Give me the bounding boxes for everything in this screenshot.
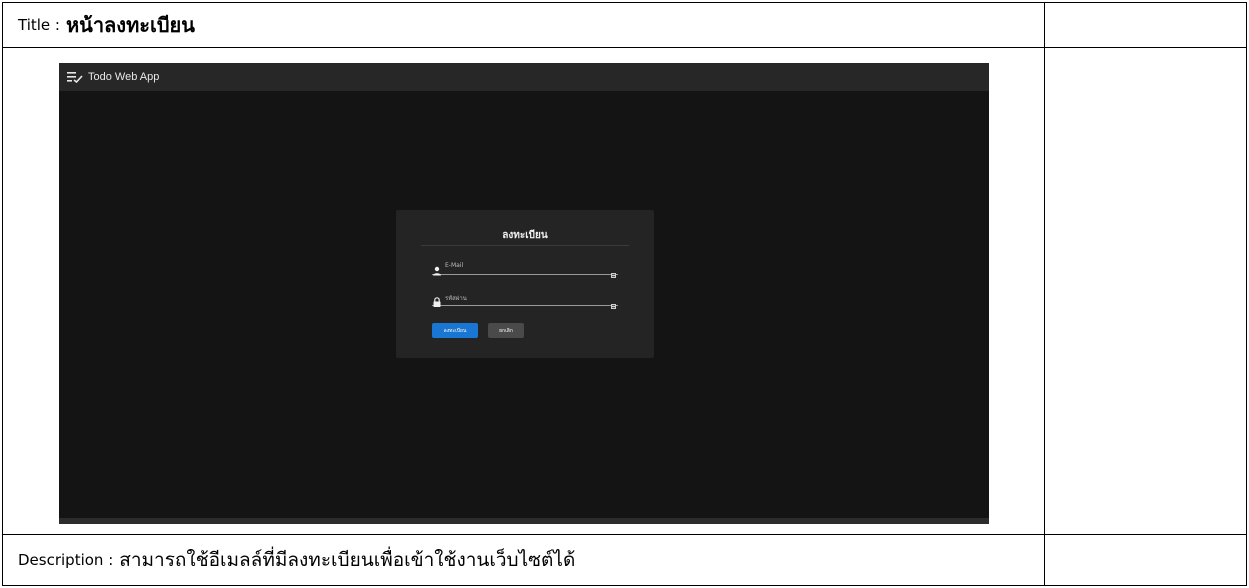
app-bar: Todo Web App <box>59 63 989 91</box>
description-row: Description : สามารถใช้อีเมลล์ที่มีลงทะเ… <box>18 535 575 585</box>
cancel-button[interactable]: ยกเลิก <box>488 323 524 338</box>
playlist-check-icon[interactable] <box>67 71 83 83</box>
description-label: Description : <box>18 551 114 569</box>
email-placeholder: E-Mail <box>445 262 464 269</box>
row-divider-title <box>3 47 1246 48</box>
page-title: หน้าลงทะเบียน <box>65 13 195 37</box>
title-label: Title : <box>18 16 60 34</box>
card-divider <box>421 245 629 246</box>
keyboard-icon <box>611 294 616 309</box>
register-button[interactable]: ลงทะเบียน <box>432 323 478 338</box>
column-divider <box>1044 3 1045 585</box>
keyboard-icon <box>611 263 616 278</box>
email-field[interactable]: E-Mail <box>432 260 618 278</box>
password-placeholder: รหัสผ่าน <box>445 295 467 302</box>
password-field[interactable]: รหัสผ่าน <box>432 291 618 309</box>
app-screenshot: Todo Web App ลงทะเบียน E-Mail รหัสผ่าน ล… <box>59 63 989 524</box>
register-card-title: ลงทะเบียน <box>502 230 548 241</box>
lock-icon <box>432 292 442 307</box>
document-table: Title : หน้าลงทะเบียน Todo Web App ลงทะเ… <box>2 2 1247 586</box>
app-title: Todo Web App <box>88 71 160 83</box>
description-text: สามารถใช้อีเมลล์ที่มีลงทะเบียนเพื่อเข้าใ… <box>119 549 576 571</box>
screenshot-bottom-bar <box>59 518 989 524</box>
title-row: Title : หน้าลงทะเบียน <box>18 3 195 47</box>
person-icon <box>432 261 442 276</box>
register-card: ลงทะเบียน E-Mail รหัสผ่าน ลงทะเบียน ยกเล… <box>396 210 654 358</box>
